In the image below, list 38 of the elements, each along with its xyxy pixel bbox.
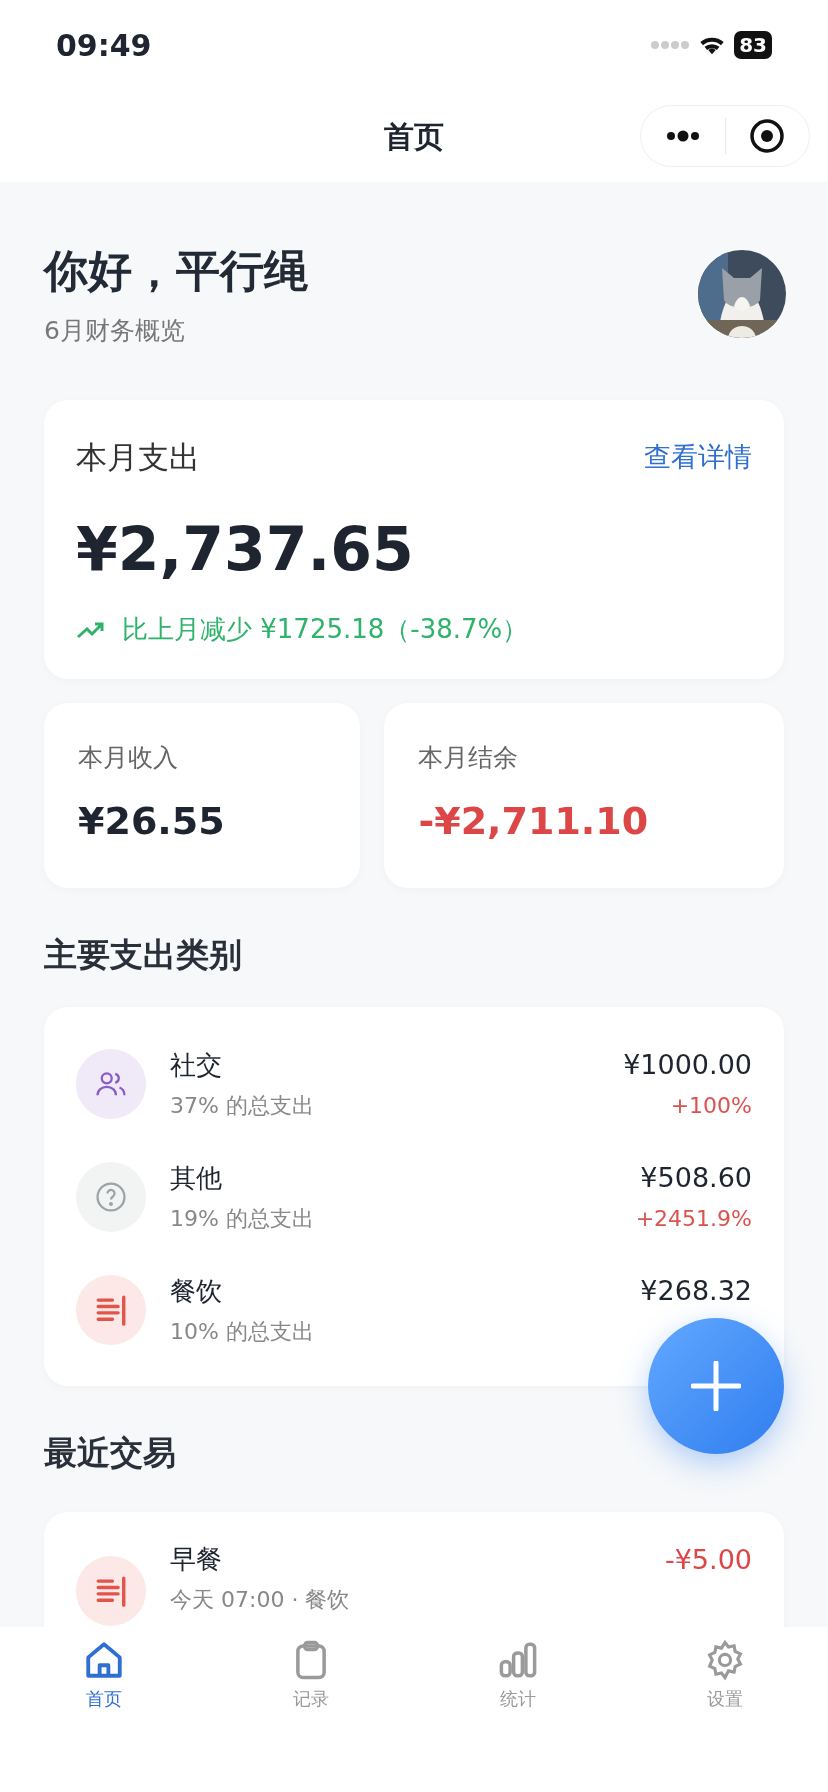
transaction-detail: 今天 07:00 · 餐饮 [170, 1585, 351, 1614]
category-share: 37% 的总支出 [170, 1091, 315, 1120]
page-title: 首页 [384, 117, 444, 156]
tab-item[interactable]: 设置 [621, 1627, 828, 1713]
category-name: 餐饮 [170, 1274, 223, 1308]
category-change: +100% [669, 1092, 752, 1121]
category-amount: ¥508.60 [639, 1160, 752, 1195]
transaction-name: 早餐 [170, 1542, 223, 1576]
question-icon [94, 1179, 128, 1214]
details-link[interactable]: 查看详情 [644, 436, 752, 477]
transaction-amount: -¥5.00 [664, 1542, 752, 1577]
category-name: 社交 [170, 1048, 223, 1082]
subtitle: 6月财务概览 [44, 315, 186, 347]
section-title: 最近交易 [44, 1432, 177, 1474]
plus-icon [691, 1361, 741, 1411]
category-name: 其他 [170, 1161, 223, 1195]
summary-amount: ¥26.55 [78, 797, 226, 845]
clock-time: 09:49 [56, 26, 152, 65]
trend-text: 比上月减少 ¥1725.18（-38.7%） [122, 613, 529, 646]
target-icon [749, 118, 786, 154]
battery-level: 83 [734, 31, 772, 59]
summary-amount: -¥2,711.10 [418, 797, 650, 845]
signal-icon [650, 40, 691, 50]
tab-item[interactable]: 记录 [207, 1627, 414, 1713]
expense-amount: ¥2,737.65 [76, 513, 415, 586]
card-label: 本月支出 [76, 437, 200, 477]
category-change: +2451.9% [635, 1205, 752, 1234]
card-label: 本月结余 [418, 742, 520, 774]
tab-item[interactable]: 首页 [0, 1627, 207, 1713]
category-share: 19% 的总支出 [170, 1204, 315, 1233]
category-amount: ¥268.32 [640, 1273, 752, 1308]
more-icon [664, 130, 701, 142]
category-amount: ¥1000.00 [623, 1047, 752, 1082]
card-label: 本月收入 [78, 742, 179, 774]
greeting: 你好，平行绳 [44, 244, 308, 298]
section-title: 主要支出类别 [44, 933, 243, 976]
category-share: 10% 的总支出 [170, 1317, 315, 1346]
tab-item[interactable]: 统计 [414, 1627, 621, 1713]
